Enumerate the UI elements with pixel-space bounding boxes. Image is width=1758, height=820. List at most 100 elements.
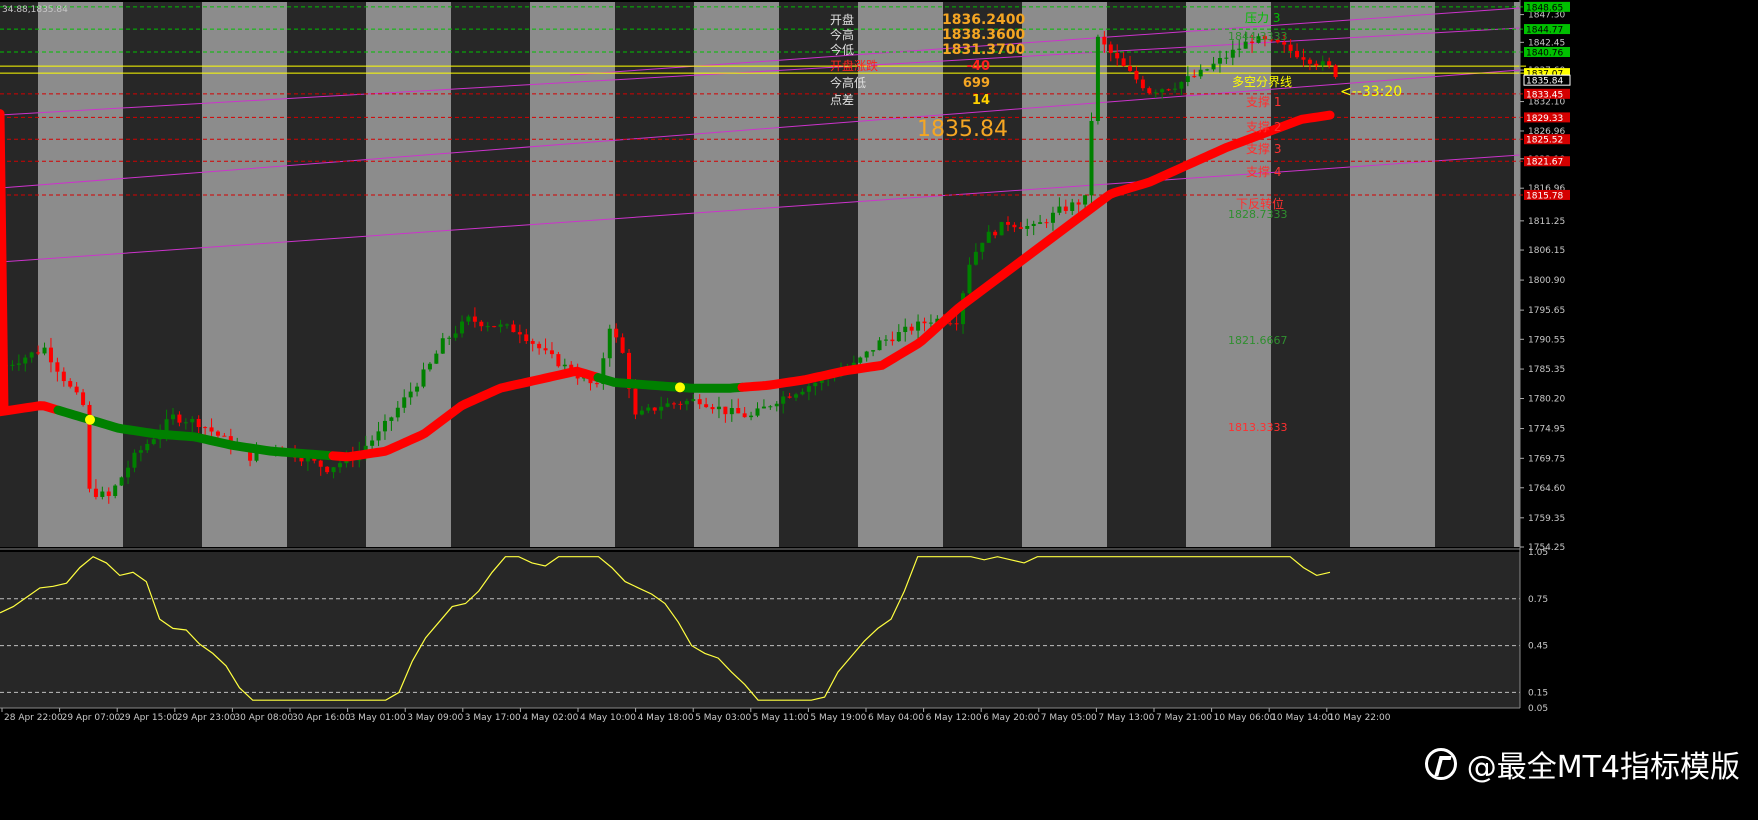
y-tick-label: 1806.15 <box>1528 246 1565 256</box>
candle-body <box>113 485 118 496</box>
candle-body <box>633 388 638 415</box>
candle-body <box>794 394 799 398</box>
candle-body <box>890 339 895 342</box>
candle-body <box>23 357 28 364</box>
info-value: 14 <box>972 93 990 108</box>
green-value-label: 1821.6667 <box>1228 334 1288 347</box>
price-tag-text: 1835.84 <box>1526 77 1563 87</box>
candle-body <box>1025 225 1030 229</box>
x-tick-label: 7 May 21:00 <box>1156 713 1212 723</box>
candle-body <box>466 316 471 322</box>
osc-tick-label: 0.15 <box>1528 688 1548 698</box>
candle-body <box>543 348 548 351</box>
candle-body <box>299 457 304 462</box>
y-tick-label: 1800.90 <box>1528 276 1565 286</box>
candle-body <box>903 326 908 333</box>
corner-text: 34.88,1835.84 <box>2 5 68 15</box>
x-tick-label: 3 May 01:00 <box>350 713 406 723</box>
candle-body <box>871 350 876 352</box>
x-tick-label: 30 Apr 08:00 <box>234 713 293 723</box>
session-band <box>202 2 287 547</box>
x-tick-label: 6 May 04:00 <box>868 713 924 723</box>
candle-body <box>684 400 689 405</box>
candle-body <box>177 414 182 423</box>
info-value: 699 <box>963 76 990 91</box>
candle-body <box>948 323 953 325</box>
y-tick-label: 1774.95 <box>1528 425 1565 435</box>
y-tick-label: 1764.60 <box>1528 484 1565 494</box>
watermark: @最全MT4指标模版 <box>1424 742 1740 786</box>
candle-body <box>1012 224 1017 228</box>
candle-body <box>55 362 60 372</box>
trading-chart[interactable]: 1847.301842.451837.601832.101826.961822.… <box>0 0 1758 820</box>
candle-body <box>922 321 927 324</box>
candle-body <box>562 364 567 367</box>
support-label: 支撑 4 <box>1246 164 1281 179</box>
candle-body <box>1230 49 1235 58</box>
candle-body <box>408 391 413 398</box>
candle-body <box>1083 195 1088 205</box>
x-tick-label: 29 Apr 23:00 <box>177 713 236 723</box>
price-tag-text: 1825.52 <box>1526 136 1563 146</box>
timer-label: <--33:20 <box>1340 84 1402 100</box>
candle-body <box>1070 202 1075 211</box>
candle-body <box>453 333 458 338</box>
candle-body <box>511 324 516 333</box>
candle-body <box>1217 58 1222 64</box>
candle-body <box>967 264 972 294</box>
candle-body <box>691 399 696 401</box>
info-label: 今低 <box>830 42 854 57</box>
candle-body <box>36 352 41 354</box>
candle-body <box>1108 44 1113 53</box>
x-tick-label: 3 May 17:00 <box>465 713 521 723</box>
candle-body <box>183 422 188 424</box>
candle-body <box>761 406 766 409</box>
candle-body <box>1128 66 1133 71</box>
candle-body <box>505 324 509 326</box>
candle-body <box>1057 206 1062 213</box>
candle-body <box>138 450 143 453</box>
candle-body <box>318 460 323 467</box>
candle-body <box>787 396 792 398</box>
candle-body <box>190 418 195 423</box>
candle-body <box>806 386 811 392</box>
candle-body <box>460 321 465 334</box>
candle-body <box>749 415 754 418</box>
y-tick-label: 1785.35 <box>1528 365 1565 375</box>
x-tick-label: 30 Apr 16:00 <box>292 713 351 723</box>
candle-body <box>479 321 484 327</box>
candle-body <box>909 326 914 331</box>
candle-body <box>1173 88 1177 90</box>
candle-body <box>151 439 156 444</box>
candle-body <box>215 431 220 436</box>
candle-body <box>1295 50 1300 58</box>
session-band <box>38 2 123 547</box>
session-band <box>694 2 779 547</box>
candle-body <box>325 466 330 473</box>
candle-body <box>813 382 818 387</box>
candle-body <box>447 337 452 339</box>
info-value: 1836.2400 <box>942 12 1026 28</box>
candle-body <box>652 407 657 411</box>
candle-body <box>1031 223 1036 226</box>
osc-tick-label: 0.45 <box>1528 642 1548 652</box>
candle-body <box>402 397 407 408</box>
candle-body <box>1050 212 1055 223</box>
candle-body <box>119 477 124 486</box>
support-label: 支撑 2 <box>1246 119 1281 134</box>
info-value: -40 <box>967 59 991 74</box>
candle-body <box>171 414 175 420</box>
candle-body <box>61 371 66 382</box>
x-tick-label: 7 May 13:00 <box>1098 713 1154 723</box>
candle-body <box>145 443 150 451</box>
y-tick-label: 1759.35 <box>1528 514 1565 524</box>
candle-body <box>594 383 599 385</box>
candle-body <box>858 357 863 363</box>
session-band <box>858 2 943 547</box>
candle-body <box>1237 48 1242 50</box>
info-label: 点差 <box>830 93 854 107</box>
candle-body <box>517 332 522 335</box>
candle-body <box>1314 63 1319 66</box>
x-tick-label: 10 May 14:00 <box>1271 713 1333 723</box>
ma-cross-marker <box>675 382 685 393</box>
